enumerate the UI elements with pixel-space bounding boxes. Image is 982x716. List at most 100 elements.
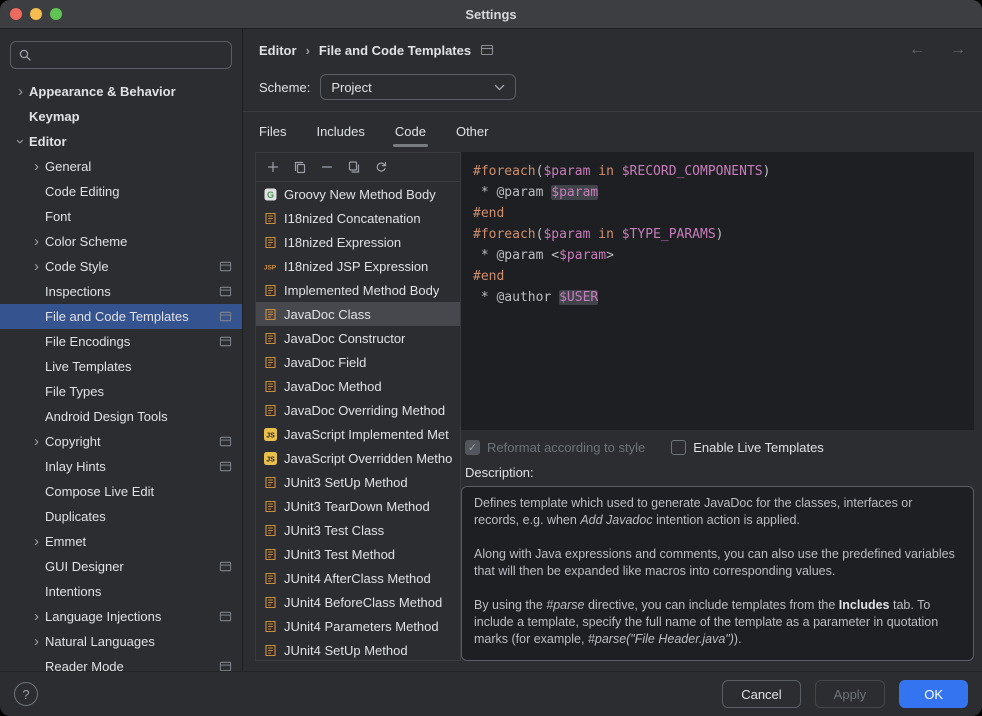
sidebar-item-inlay-hints[interactable]: Inlay Hints (0, 454, 242, 479)
template-i18nized-expression[interactable]: I18nized Expression (256, 230, 460, 254)
svg-text:JS: JS (266, 432, 275, 439)
chevron-right-icon[interactable]: › (12, 84, 29, 99)
template-label: JUnit3 SetUp Method (284, 475, 408, 490)
template-javascript-overridden-metho[interactable]: JSJavaScript Overridden Metho (256, 446, 460, 470)
sidebar-item-compose-live-edit[interactable]: Compose Live Edit (0, 479, 242, 504)
enable-live-templates-checkbox[interactable]: Enable Live Templates (671, 440, 824, 455)
ok-button[interactable]: OK (899, 680, 968, 708)
chevron-right-icon[interactable]: › (28, 434, 45, 449)
template-javadoc-class[interactable]: JavaDoc Class (256, 302, 460, 326)
sidebar-item-file-and-code-templates[interactable]: File and Code Templates (0, 304, 242, 329)
chevron-right-icon[interactable]: › (28, 234, 45, 249)
sidebar-item-duplicates[interactable]: Duplicates (0, 504, 242, 529)
template-javadoc-constructor[interactable]: JavaDoc Constructor (256, 326, 460, 350)
duplicate-icon[interactable] (347, 160, 361, 174)
sidebar-item-code-style[interactable]: ›Code Style (0, 254, 242, 279)
traffic-lights (10, 0, 62, 28)
sidebar-item-emmet[interactable]: ›Emmet (0, 529, 242, 554)
sidebar-item-label: Live Templates (45, 359, 131, 374)
minimize-window-button[interactable] (30, 8, 42, 20)
sidebar-item-live-templates[interactable]: Live Templates (0, 354, 242, 379)
scheme-value: Project (331, 80, 371, 95)
tab-code[interactable]: Code (395, 112, 426, 150)
chevron-down-icon[interactable]: › (13, 133, 28, 150)
chevron-right-icon[interactable]: › (28, 534, 45, 549)
scheme-select[interactable]: Project (320, 74, 516, 100)
template-icon (262, 619, 278, 634)
template-javascript-implemented-met[interactable]: JSJavaScript Implemented Met (256, 422, 460, 446)
sidebar-item-color-scheme[interactable]: ›Color Scheme (0, 229, 242, 254)
close-window-button[interactable] (10, 8, 22, 20)
chevron-right-icon[interactable]: › (28, 609, 45, 624)
template-junit4-afterclass-method[interactable]: JUnit4 AfterClass Method (256, 566, 460, 590)
sidebar-item-inspections[interactable]: Inspections (0, 279, 242, 304)
revert-icon[interactable] (374, 160, 388, 174)
template-groovy-new-method-body[interactable]: GGroovy New Method Body (256, 182, 460, 206)
sidebar-item-copyright[interactable]: ›Copyright (0, 429, 242, 454)
copy-icon[interactable] (293, 160, 307, 174)
breadcrumb-editor[interactable]: Editor (259, 43, 297, 58)
chevron-right-icon[interactable]: › (28, 634, 45, 649)
template-label: I18nized Concatenation (284, 211, 421, 226)
template-junit4-beforeclass-method[interactable]: JUnit4 BeforeClass Method (256, 590, 460, 614)
forward-icon[interactable]: → (950, 41, 966, 59)
chevron-right-icon[interactable]: › (28, 259, 45, 274)
dialog-footer: ? Cancel Apply OK (0, 671, 982, 716)
template-javadoc-overriding-method[interactable]: JavaDoc Overriding Method (256, 398, 460, 422)
sidebar-item-language-injections[interactable]: ›Language Injections (0, 604, 242, 629)
tab-files[interactable]: Files (259, 112, 286, 150)
remove-icon[interactable] (320, 160, 334, 174)
template-label: JUnit4 AfterClass Method (284, 571, 431, 586)
template-i18nized-concatenation[interactable]: I18nized Concatenation (256, 206, 460, 230)
per-project-config-icon (213, 435, 232, 448)
apply-button[interactable]: Apply (815, 680, 886, 708)
sidebar-item-natural-languages[interactable]: ›Natural Languages (0, 629, 242, 654)
add-icon[interactable] (266, 160, 280, 174)
settings-search-input[interactable] (10, 41, 232, 69)
template-icon (262, 571, 278, 586)
sidebar-item-editor[interactable]: ›Editor (0, 129, 242, 154)
tab-includes[interactable]: Includes (316, 112, 364, 150)
sidebar-item-label: Font (45, 209, 71, 224)
chevron-right-icon[interactable]: › (28, 159, 45, 174)
sidebar-item-reader-mode[interactable]: Reader Mode (0, 654, 242, 671)
sidebar-item-appearance-behavior[interactable]: ›Appearance & Behavior (0, 79, 242, 104)
description-panel[interactable]: Defines template which used to generate … (461, 486, 974, 661)
template-label: JUnit4 SetUp Method (284, 643, 408, 658)
template-junit3-setup-method[interactable]: JUnit3 SetUp Method (256, 470, 460, 494)
template-junit4-parameters-method[interactable]: JUnit4 Parameters Method (256, 614, 460, 638)
template-options: Reformat according to style Enable Live … (461, 430, 974, 459)
template-javadoc-method[interactable]: JavaDoc Method (256, 374, 460, 398)
template-implemented-method-body[interactable]: Implemented Method Body (256, 278, 460, 302)
sidebar-item-gui-designer[interactable]: GUI Designer (0, 554, 242, 579)
template-junit3-teardown-method[interactable]: JUnit3 TearDown Method (256, 494, 460, 518)
sidebar-item-general[interactable]: ›General (0, 154, 242, 179)
reformat-checkbox[interactable]: Reformat according to style (465, 440, 645, 455)
template-junit3-test-method[interactable]: JUnit3 Test Method (256, 542, 460, 566)
description-paragraph: Defines template which used to generate … (474, 495, 961, 529)
template-i18nized-jsp-expression[interactable]: JSPI18nized JSP Expression (256, 254, 460, 278)
tab-other[interactable]: Other (456, 112, 489, 150)
template-code-editor[interactable]: #foreach($param in $RECORD_COMPONENTS) *… (461, 152, 974, 430)
cancel-button[interactable]: Cancel (722, 680, 800, 708)
template-junit3-test-class[interactable]: JUnit3 Test Class (256, 518, 460, 542)
sidebar-item-intentions[interactable]: Intentions (0, 579, 242, 604)
sidebar-item-file-encodings[interactable]: File Encodings (0, 329, 242, 354)
sidebar-item-android-design-tools[interactable]: Android Design Tools (0, 404, 242, 429)
per-project-config-icon (213, 335, 232, 348)
template-icon (262, 403, 278, 418)
back-icon[interactable]: ← (909, 41, 925, 59)
sidebar-item-keymap[interactable]: Keymap (0, 104, 242, 129)
template-javadoc-field[interactable]: JavaDoc Field (256, 350, 460, 374)
sidebar-item-code-editing[interactable]: Code Editing (0, 179, 242, 204)
checkbox-icon (671, 440, 686, 455)
template-tabs: Files Includes Code Other (243, 112, 982, 150)
sidebar-item-font[interactable]: Font (0, 204, 242, 229)
sidebar-item-file-types[interactable]: File Types (0, 379, 242, 404)
sidebar-item-label: Keymap (29, 109, 80, 124)
template-label: JUnit4 BeforeClass Method (284, 595, 442, 610)
template-list: GGroovy New Method Body I18nized Concaten… (256, 182, 460, 660)
zoom-window-button[interactable] (50, 8, 62, 20)
template-junit4-setup-method[interactable]: JUnit4 SetUp Method (256, 638, 460, 660)
help-button[interactable]: ? (14, 682, 38, 706)
